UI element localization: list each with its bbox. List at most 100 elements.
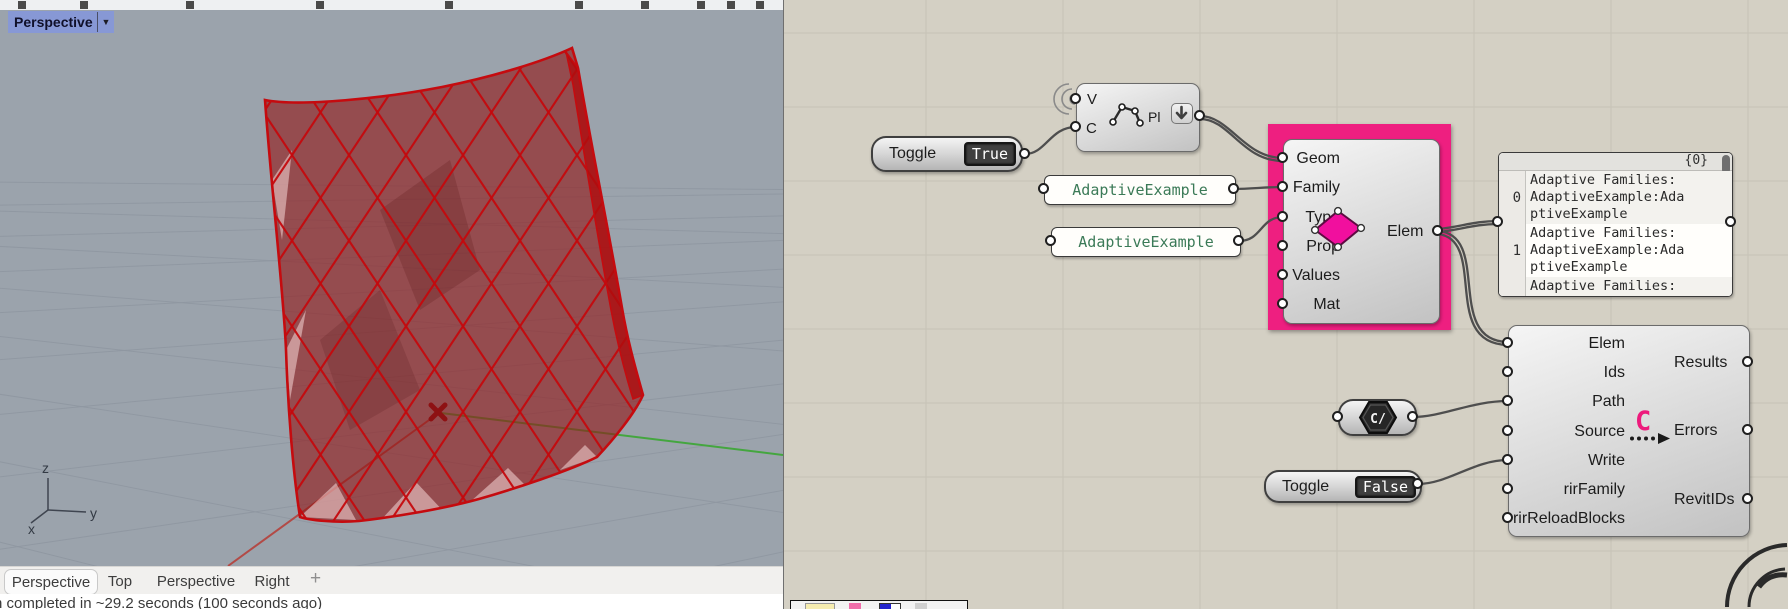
jack-elem-family-in[interactable] (1277, 181, 1288, 192)
rhino-pane: z y x Perspective ▼ Perspective Top Pers… (0, 0, 783, 609)
data-row: 0 Adaptive Families: AdaptiveExample:Ada p… (1499, 171, 1732, 224)
output-errors-label: Errors (1674, 422, 1718, 439)
tab-right[interactable]: Right (250, 569, 294, 593)
jack-node-source-in[interactable] (1502, 425, 1513, 436)
jack-datapanel-out[interactable] (1725, 216, 1736, 227)
row-index: 0 (1499, 171, 1526, 224)
jack-node-path-in[interactable] (1502, 395, 1513, 406)
jack-node-ids-in[interactable] (1502, 366, 1513, 377)
polyline-icon (1109, 103, 1144, 127)
rhino-toolbar-clipped (0, 0, 783, 10)
revit-transaction-component[interactable]: Elem Ids Path Source Write rirFamily rir… (1508, 325, 1750, 537)
data-output-panel[interactable]: {0} 0 Adaptive Families: AdaptiveExample:… (1498, 152, 1733, 297)
chevron-down-icon[interactable]: ▼ (98, 17, 114, 27)
viewport-title-menu[interactable]: Perspective ▼ (8, 11, 114, 33)
toolbar-icon-clipped (445, 1, 453, 9)
blue-icon[interactable] (879, 603, 901, 609)
jack-panel-type-out[interactable] (1233, 235, 1244, 246)
jack-pl-v-in[interactable] (1070, 93, 1081, 104)
text-panel-type[interactable]: AdaptiveExample (1051, 227, 1241, 257)
jack-csharp-in[interactable] (1332, 411, 1343, 422)
input-write-label: Write (1587, 452, 1625, 469)
text-panel-family[interactable]: AdaptiveExample (1044, 175, 1236, 205)
add-viewport-tab-icon[interactable]: + (310, 568, 321, 590)
jack-node-rirreloadblocks-in[interactable] (1502, 512, 1513, 523)
jack-node-rirfamily-in[interactable] (1502, 483, 1513, 494)
status-message: n completed in ~29.2 seconds (100 second… (0, 595, 323, 609)
add-component-element[interactable]: Geom Family Type Prop Values Mat Elem (1283, 139, 1440, 324)
toolbar-icon-clipped (80, 1, 88, 9)
canvas-compass-widget[interactable] (1689, 525, 1788, 609)
input-source-label: Source (1574, 423, 1625, 440)
axis-gizmo-y-label: y (90, 505, 97, 521)
input-path-label: Path (1592, 393, 1625, 410)
tab-perspective-active[interactable]: Perspective (4, 569, 98, 595)
tab-perspective-2[interactable]: Perspective (156, 569, 236, 593)
jack-node-write-in[interactable] (1502, 454, 1513, 465)
axis-gizmo-x-label: x (28, 521, 35, 537)
input-values-label: Values (1292, 267, 1340, 284)
tab-top[interactable]: Top (100, 569, 140, 593)
clipped-popup-window (790, 600, 968, 609)
boolean-toggle-false[interactable]: Toggle False (1264, 470, 1422, 503)
toggle-value[interactable]: False (1354, 475, 1416, 498)
csharp-hexagon-icon: C/ (1358, 401, 1397, 434)
viewport-tab-bar: Perspective Top Perspective Right + (0, 566, 783, 595)
app-window: z y x Perspective ▼ Perspective Top Pers… (0, 0, 1788, 609)
data-row-clipped: Adaptive Families: (1499, 277, 1732, 296)
row-index: 1 (1499, 224, 1526, 277)
jack-elem-type-in[interactable] (1277, 211, 1288, 222)
toolbar-icon-clipped (697, 1, 705, 9)
toolbar-icon-clipped (316, 1, 324, 9)
gray-icon[interactable] (915, 603, 927, 609)
toggle-label: Toggle (889, 145, 937, 162)
jack-panel-type-in[interactable] (1045, 235, 1056, 246)
viewport-title: Perspective (14, 14, 93, 30)
output-revitids-label: RevitIDs (1674, 491, 1735, 508)
jack-panel-family-in[interactable] (1038, 183, 1049, 194)
jack-elem-values-in[interactable] (1277, 269, 1288, 280)
boolean-toggle-true[interactable]: Toggle True (871, 136, 1023, 172)
data-path-badge: {0} (1684, 153, 1708, 168)
output-results-label: Results (1674, 354, 1728, 371)
jack-toggle-true-out[interactable] (1019, 148, 1030, 159)
status-bar: n completed in ~29.2 seconds (100 second… (0, 594, 783, 609)
input-geom-label: Geom (1296, 150, 1340, 167)
toolbar-icon-clipped (186, 1, 194, 9)
jack-toggle-false-out[interactable] (1412, 478, 1423, 489)
jack-csharp-out[interactable] (1407, 411, 1418, 422)
jack-datapanel-in[interactable] (1492, 216, 1503, 227)
pink-diamond-icon (1310, 206, 1366, 252)
output-elem-label: Elem (1387, 223, 1424, 240)
jack-elem-mat-in[interactable] (1277, 298, 1288, 309)
polyline-component[interactable]: V C Pl (1076, 83, 1200, 152)
toggle-value[interactable]: True (963, 142, 1016, 166)
input-family-label: Family (1292, 179, 1340, 196)
jack-pl-out[interactable] (1194, 110, 1205, 121)
input-ids-label: Ids (1603, 364, 1625, 381)
down-arrow-icon (1175, 105, 1188, 120)
jack-pl-c-in[interactable] (1070, 121, 1081, 132)
toggle-label: Toggle (1282, 477, 1330, 495)
jack-elem-out[interactable] (1432, 225, 1443, 236)
panel-icon[interactable] (805, 603, 835, 609)
toolbar-icon-clipped (575, 1, 583, 9)
jack-node-revitids-out[interactable] (1742, 493, 1753, 504)
jack-elem-prop-in[interactable] (1277, 240, 1288, 251)
flatten-button[interactable] (1171, 103, 1193, 124)
toolbar-icon-clipped (641, 1, 649, 9)
jack-elem-geom-in[interactable] (1277, 152, 1288, 163)
jack-node-errors-out[interactable] (1742, 424, 1753, 435)
toolbar-icon-clipped (727, 1, 735, 9)
node-label: Pl (1148, 109, 1161, 125)
input-rirreloadblocks-label: rirReloadBlocks (1512, 510, 1625, 527)
grasshopper-canvas[interactable]: Toggle True V C Pl AdaptiveExample Adapt… (783, 0, 1788, 609)
jack-panel-family-out[interactable] (1228, 183, 1239, 194)
data-panel-header: {0} (1499, 153, 1732, 174)
pink-icon[interactable] (849, 603, 861, 609)
rhino-viewport[interactable]: z y x Perspective ▼ (0, 10, 783, 566)
csharp-script-component[interactable]: C/ (1338, 399, 1417, 436)
jack-node-elem-in[interactable] (1502, 337, 1513, 348)
axis-gizmo-z-label: z (42, 460, 49, 476)
jack-node-results-out[interactable] (1742, 356, 1753, 367)
